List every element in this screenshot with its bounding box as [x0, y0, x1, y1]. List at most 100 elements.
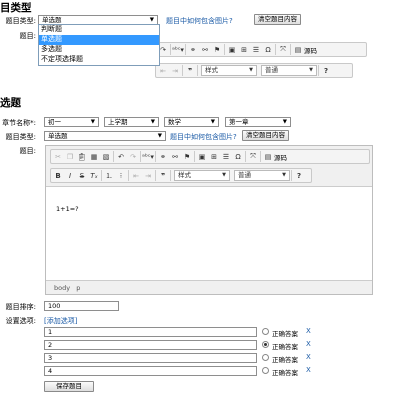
correct-answer-radio[interactable] — [262, 354, 269, 361]
image-help-link[interactable]: 题目中如何包含图片? — [170, 132, 237, 142]
dropdown-option-selected[interactable]: 单选题 — [39, 35, 159, 45]
type-label: 题目类型: — [5, 17, 36, 25]
link-icon[interactable]: ⚭ — [187, 44, 199, 56]
order-input[interactable]: 100 — [44, 301, 119, 311]
redo-icon[interactable]: ↷ — [127, 151, 139, 163]
chevron-down-icon: ▼ — [222, 172, 226, 178]
correct-answer-radio-checked[interactable] — [262, 341, 269, 348]
type-label: 题目类型: — [5, 133, 36, 141]
grade-select[interactable]: 初一 ▼ — [44, 117, 99, 127]
correct-answer-label: 正确答案 — [272, 343, 298, 351]
bold-icon[interactable]: B — [52, 170, 64, 182]
special-char-icon[interactable]: Ω — [262, 44, 274, 56]
strikethrough-icon[interactable]: S — [76, 170, 88, 182]
anchor-flag-icon[interactable]: ⚑ — [181, 151, 193, 163]
path-body[interactable]: body — [54, 284, 70, 292]
save-question-button[interactable]: 保存题目 — [44, 381, 94, 392]
chevron-down-icon: ▼ — [282, 172, 286, 178]
options-list: 1 正确答案 X 2 正确答案 X 3 正确答案 X 4 正确答案 X — [44, 327, 324, 379]
outdent-icon[interactable]: ⇤ — [130, 170, 142, 182]
correct-answer-radio[interactable] — [262, 367, 269, 374]
style-dropdown[interactable]: 样式 ▼ — [201, 65, 257, 76]
anchor-flag-icon[interactable]: ⚑ — [211, 44, 223, 56]
paste-word-icon[interactable]: ▧ — [100, 151, 112, 163]
option-input[interactable]: 3 — [44, 353, 257, 363]
blockquote-icon[interactable]: ❞ — [157, 170, 169, 182]
source-label[interactable]: 源码 — [274, 152, 287, 162]
type-select[interactable]: 单选题 ▼ — [44, 131, 166, 141]
path-p[interactable]: p — [76, 284, 80, 292]
chevron-down-icon: ▼ — [157, 133, 162, 139]
subject-select[interactable]: 数学 ▼ — [164, 117, 219, 127]
image-icon[interactable]: ▣ — [196, 151, 208, 163]
table-icon[interactable]: ⊞ — [208, 151, 220, 163]
dropdown-option[interactable]: 不定项选择题 — [39, 55, 159, 65]
option-input[interactable]: 1 — [44, 327, 257, 337]
maximize-icon[interactable]: ⤧ — [277, 44, 289, 56]
correct-answer-radio[interactable] — [262, 328, 269, 335]
outdent-icon[interactable]: ⇤ — [157, 65, 169, 77]
table-icon[interactable]: ⊞ — [238, 44, 250, 56]
section-title: 目类型 — [0, 2, 32, 14]
paste-text-icon[interactable]: ▦ — [88, 151, 100, 163]
format-dropdown[interactable]: 普通 ▼ — [261, 65, 317, 76]
correct-answer-label: 正确答案 — [272, 369, 298, 377]
paste-icon[interactable]: 📋︎ — [76, 151, 88, 163]
special-char-icon[interactable]: Ω — [232, 151, 244, 163]
remove-option-icon[interactable]: X — [306, 353, 311, 361]
option-input[interactable]: 2 — [44, 340, 257, 350]
clear-content-button[interactable]: 清空题目内容 — [254, 14, 301, 25]
option-row: 4 正确答案 X — [44, 366, 324, 379]
chevron-down-icon: ▼ — [282, 119, 287, 125]
blockquote-icon[interactable]: ❞ — [184, 65, 196, 77]
dropdown-option[interactable]: 判断题 — [39, 25, 159, 35]
rich-text-editor: ✂ ❐ 📋︎ ▦ ▧ ↶ ↷ ᵃᵇᶜ▾ ⚭ ⚯ ⚑ ▣ ⊞ ☰ Ω ⤧ ▤ 源码… — [45, 145, 373, 295]
indent-icon[interactable]: ⇥ — [169, 65, 181, 77]
editor-toolbar-row2: ⇤ ⇥ ❞ 样式 ▼ 普通 ▼ ? — [155, 63, 353, 78]
link-icon[interactable]: ⚭ — [157, 151, 169, 163]
format-dropdown[interactable]: 普通 ▼ — [234, 170, 290, 181]
type-dropdown-menu: 判断题 单选题 多选题 不定项选择题 — [38, 24, 160, 66]
unlink-icon[interactable]: ⚯ — [199, 44, 211, 56]
numbered-list-icon[interactable]: ⒈ — [103, 170, 115, 182]
remove-option-icon[interactable]: X — [306, 340, 311, 348]
chapter-select[interactable]: 第一章 ▼ — [225, 117, 291, 127]
image-icon[interactable]: ▣ — [226, 44, 238, 56]
italic-icon[interactable]: I — [64, 170, 76, 182]
chevron-down-icon: ▼ — [149, 17, 154, 23]
remove-option-icon[interactable]: X — [306, 327, 311, 335]
remove-format-icon[interactable]: Tₓ — [88, 170, 100, 182]
option-row: 1 正确答案 X — [44, 327, 324, 340]
spellcheck-icon[interactable]: ᵃᵇᶜ▾ — [172, 44, 184, 56]
maximize-icon[interactable]: ⤧ — [247, 151, 259, 163]
undo-icon[interactable]: ↶ — [115, 151, 127, 163]
horizontal-rule-icon[interactable]: ☰ — [250, 44, 262, 56]
help-icon[interactable]: ? — [320, 65, 332, 77]
correct-answer-label: 正确答案 — [272, 356, 298, 364]
unlink-icon[interactable]: ⚯ — [169, 151, 181, 163]
style-dropdown[interactable]: 样式 ▼ — [174, 170, 230, 181]
horizontal-rule-icon[interactable]: ☰ — [220, 151, 232, 163]
help-icon[interactable]: ? — [293, 170, 305, 182]
option-row: 3 正确答案 X — [44, 353, 324, 366]
add-option-link[interactable]: [添加选项] — [44, 316, 77, 326]
semester-select[interactable]: 上学期 ▼ — [104, 117, 159, 127]
element-path: body p — [54, 284, 80, 292]
option-input[interactable]: 4 — [44, 366, 257, 376]
source-label[interactable]: 源码 — [304, 45, 317, 55]
type-select-value: 单选题 — [42, 16, 62, 24]
spellcheck-icon[interactable]: ᵃᵇᶜ▾ — [142, 151, 154, 163]
bulleted-list-icon[interactable]: ⁝ — [115, 170, 127, 182]
cut-icon[interactable]: ✂ — [52, 151, 64, 163]
copy-icon[interactable]: ❐ — [64, 151, 76, 163]
editor-text: 1+1=? — [56, 205, 79, 213]
indent-icon[interactable]: ⇥ — [142, 170, 154, 182]
clear-content-button[interactable]: 清空题目内容 — [242, 130, 289, 141]
source-icon[interactable]: ▤ — [292, 44, 304, 56]
chevron-down-icon: ▼ — [309, 67, 313, 73]
image-help-link[interactable]: 题目中如何包含图片? — [166, 16, 233, 26]
dropdown-option[interactable]: 多选题 — [39, 45, 159, 55]
source-icon[interactable]: ▤ — [262, 151, 274, 163]
remove-option-icon[interactable]: X — [306, 366, 311, 374]
editor-content-area[interactable]: 1+1=? — [46, 186, 372, 281]
